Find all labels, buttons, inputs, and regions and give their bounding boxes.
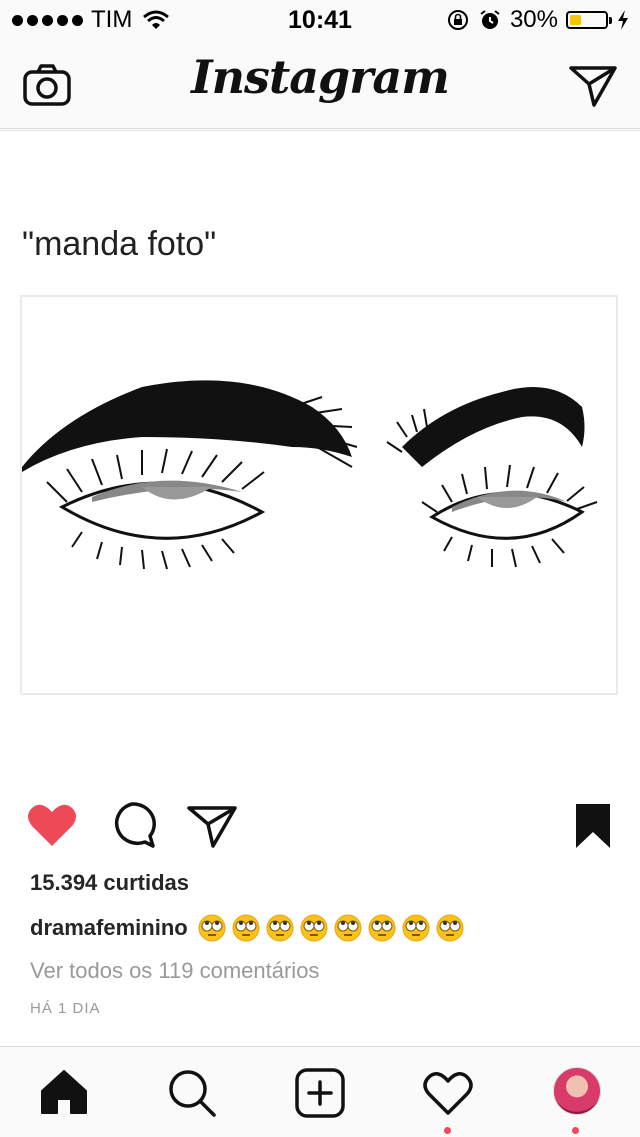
rotation-lock-icon xyxy=(447,10,468,30)
status-bar: TIM 10:41 30% xyxy=(0,0,640,40)
rolling-eyes-emoji xyxy=(266,914,294,942)
rolling-eyes-emoji xyxy=(436,914,464,942)
battery-fill xyxy=(570,15,582,25)
post-image-text: "manda foto" xyxy=(22,225,217,263)
activity-notification-dot xyxy=(444,1127,451,1134)
eyes-illustration xyxy=(22,380,598,570)
post-username[interactable]: dramafeminino xyxy=(30,915,188,941)
add-post-icon[interactable] xyxy=(292,1065,348,1121)
share-icon[interactable] xyxy=(185,798,239,852)
comment-icon[interactable] xyxy=(105,798,159,852)
instagram-logo: Instagram xyxy=(191,50,450,104)
direct-message-icon[interactable] xyxy=(568,62,618,108)
rolling-eyes-emoji xyxy=(198,914,226,942)
alarm-icon xyxy=(480,10,500,29)
search-icon[interactable] xyxy=(164,1065,220,1121)
profile-notification-dot xyxy=(572,1127,579,1134)
nav-divider xyxy=(0,130,640,137)
like-count[interactable]: 15.394 curtidas xyxy=(30,870,189,896)
charging-bolt-icon xyxy=(618,10,628,30)
rolling-eyes-emoji xyxy=(368,914,396,942)
post-image[interactable] xyxy=(20,295,618,695)
post-actions xyxy=(0,790,640,860)
battery-icon xyxy=(566,11,612,29)
heart-icon[interactable] xyxy=(25,798,79,852)
post-timestamp: HÁ 1 DIA xyxy=(30,1000,101,1017)
top-nav: Instagram xyxy=(0,40,640,129)
profile-avatar[interactable] xyxy=(553,1067,601,1115)
rolling-eyes-emoji xyxy=(402,914,430,942)
post-caption: dramafeminino xyxy=(30,914,464,942)
activity-icon[interactable] xyxy=(420,1065,476,1121)
rolling-eyes-emoji xyxy=(300,914,328,942)
status-right: 30% xyxy=(446,6,630,34)
bookmark-icon[interactable] xyxy=(566,798,620,852)
home-icon[interactable] xyxy=(36,1065,92,1121)
battery-percent: 30% xyxy=(509,6,558,33)
rolling-eyes-emoji xyxy=(232,914,260,942)
rolling-eyes-emoji xyxy=(334,914,362,942)
view-comments-link[interactable]: Ver todos os 119 comentários xyxy=(30,958,319,984)
bottom-tab-bar xyxy=(0,1046,640,1137)
